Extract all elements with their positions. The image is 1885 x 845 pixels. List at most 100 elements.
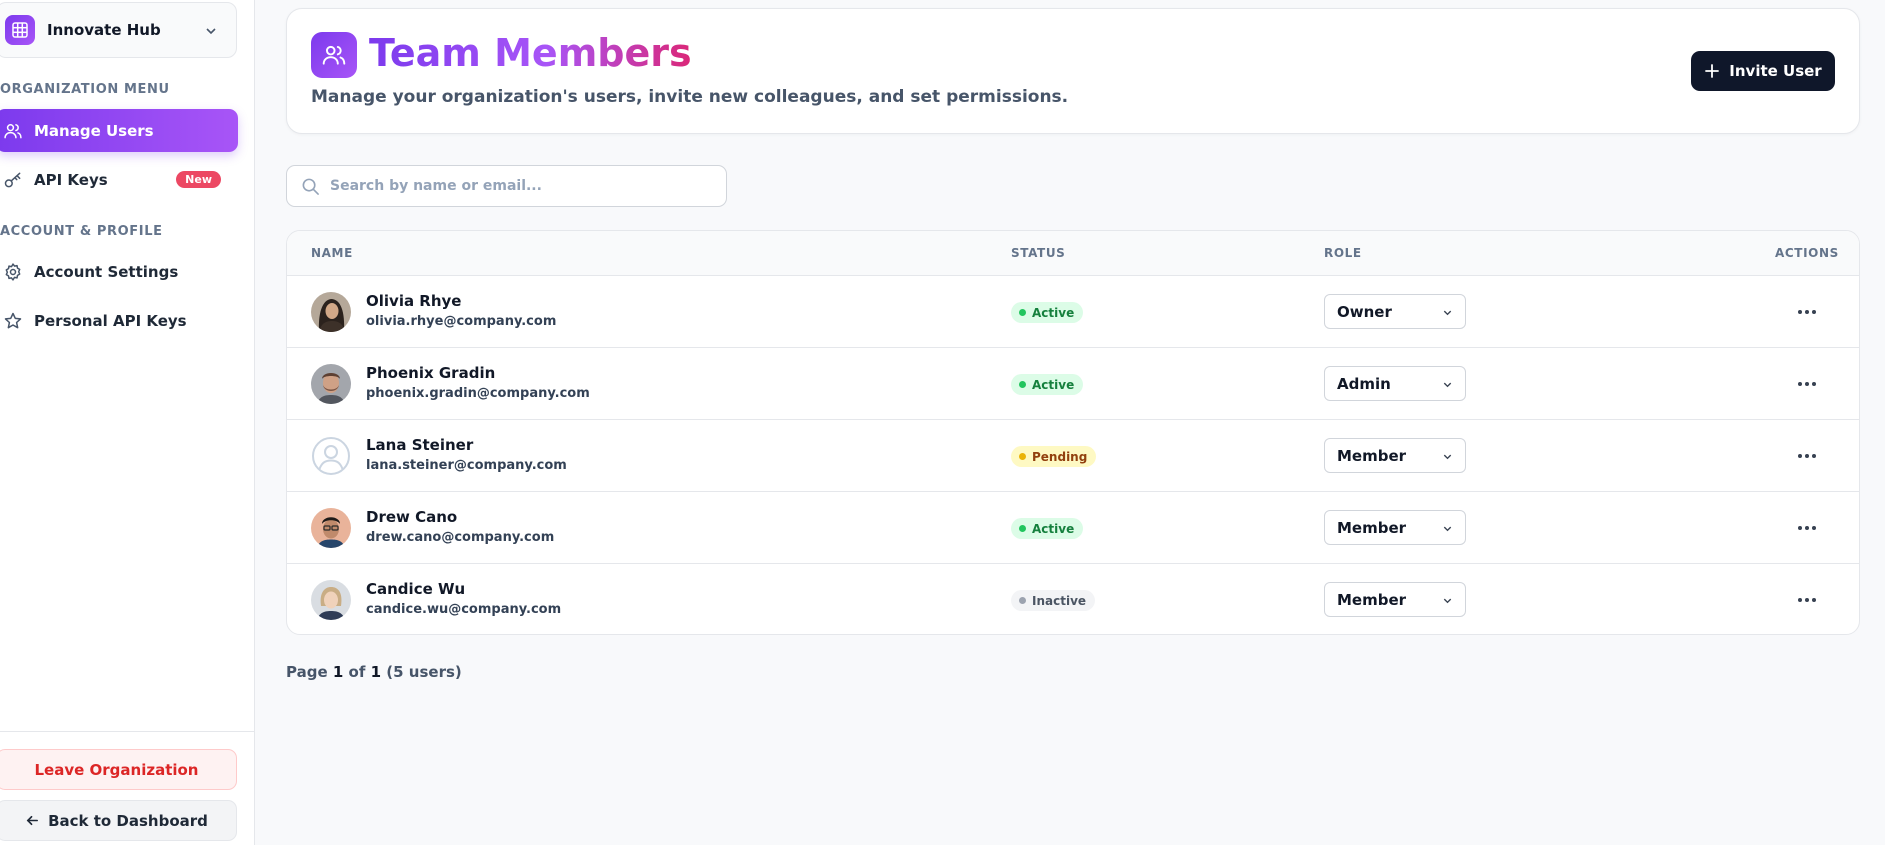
members-table: NAME STATUS ROLE ACTIONS Olivia Rhye oli… [286,230,1860,635]
page-subtitle: Manage your organization's users, invite… [311,87,1069,107]
role-select[interactable]: Member [1324,582,1466,617]
avatar [311,292,351,332]
column-header-name: NAME [311,246,353,260]
status-label: Active [1032,377,1075,392]
sidebar-item-label: Manage Users [34,121,154,140]
column-header-status: STATUS [1011,246,1066,260]
user-name: Drew Cano [366,508,458,526]
table-row: Lana Steiner lana.steiner@company.com Pe… [287,420,1859,492]
pagination-prefix: Page [286,663,328,681]
status-dot [1019,309,1026,316]
role-value: Member [1337,446,1407,465]
status-label: Inactive [1032,593,1087,608]
page-header: Team Members Manage your organization's … [286,8,1860,134]
new-badge: New [176,171,221,188]
sidebar-item-label: API Keys [34,170,108,189]
invite-user-button[interactable]: Invite User [1691,51,1835,91]
column-header-actions: ACTIONS [1775,246,1839,260]
search-box [286,165,727,207]
status-dot [1019,453,1026,460]
org-switcher[interactable]: Innovate Hub [0,2,237,58]
search-icon [301,177,320,196]
avatar [311,580,351,620]
role-select[interactable]: Owner [1324,294,1466,329]
sidebar-item-label: Personal API Keys [34,311,187,330]
user-email: olivia.rhye@company.com [366,314,557,329]
status-badge: Active [1011,302,1084,323]
status-badge: Active [1011,374,1084,395]
column-header-role: ROLE [1324,246,1362,260]
table-row: Phoenix Gradin phoenix.gradin@company.co… [287,348,1859,420]
status-dot [1019,381,1026,388]
key-icon [2,169,24,191]
pagination-count: (5 users) [386,663,462,681]
users-icon [311,32,357,78]
status-badge: Inactive [1011,590,1096,611]
role-value: Admin [1337,374,1391,393]
user-name: Lana Steiner [366,436,474,454]
chevron-down-icon [1442,595,1453,606]
status-dot [1019,525,1026,532]
status-badge: Pending [1011,446,1097,467]
sidebar: Innovate Hub ORGANIZATION MENU Manage Us… [0,0,255,845]
sidebar-divider [0,731,255,732]
avatar [311,364,351,404]
more-actions-icon[interactable] [1795,588,1819,612]
star-icon [2,310,24,332]
role-select[interactable]: Admin [1324,366,1466,401]
user-email: drew.cano@company.com [366,530,555,545]
gear-icon [2,261,24,283]
table-row: Olivia Rhye olivia.rhye@company.com Acti… [287,276,1859,348]
org-name: Innovate Hub [47,21,161,39]
user-email: lana.steiner@company.com [366,458,567,473]
sidebar-item-api-keys[interactable]: API Keys New [0,158,238,201]
back-to-dashboard-button[interactable]: Back to Dashboard [0,800,237,841]
user-email: phoenix.gradin@company.com [366,386,590,401]
table-row: Candice Wu candice.wu@company.com Inacti… [287,564,1859,634]
table-row: Drew Cano drew.cano@company.com Active M… [287,492,1859,564]
pagination-total: 1 [370,663,382,681]
avatar-placeholder-icon [311,436,351,476]
table-header: NAME STATUS ROLE ACTIONS [287,231,1859,276]
back-to-dashboard-label: Back to Dashboard [48,811,208,830]
leave-organization-button[interactable]: Leave Organization [0,749,237,790]
role-select[interactable]: Member [1324,510,1466,545]
user-name: Phoenix Gradin [366,364,496,382]
role-select[interactable]: Member [1324,438,1466,473]
user-name: Candice Wu [366,580,466,598]
chevron-down-icon [1442,379,1453,390]
role-value: Member [1337,590,1407,609]
plus-icon [1704,63,1720,79]
more-actions-icon[interactable] [1795,516,1819,540]
page-title: Team Members [369,31,692,75]
status-badge: Active [1011,518,1084,539]
avatar [311,508,351,548]
chevron-down-icon [1442,451,1453,462]
status-label: Active [1032,521,1075,536]
status-label: Active [1032,305,1075,320]
sidebar-item-manage-users[interactable]: Manage Users [0,109,238,152]
sidebar-item-account-settings[interactable]: Account Settings [0,250,238,293]
sidebar-item-label: Account Settings [34,262,179,281]
more-actions-icon[interactable] [1795,300,1819,324]
role-value: Member [1337,518,1407,537]
users-icon [2,120,24,142]
status-dot [1019,597,1026,604]
more-actions-icon[interactable] [1795,372,1819,396]
chevron-down-icon [1442,523,1453,534]
status-label: Pending [1032,449,1088,464]
sidebar-item-personal-api-keys[interactable]: Personal API Keys [0,299,238,342]
pagination-of: of [348,663,366,681]
chevron-down-icon [204,23,218,42]
more-actions-icon[interactable] [1795,444,1819,468]
grid-icon [5,15,35,45]
pagination-info: Page 1 of 1 (5 users) [286,663,462,681]
invite-user-label: Invite User [1729,62,1822,80]
role-value: Owner [1337,302,1392,321]
section-label-account: ACCOUNT & PROFILE [0,224,163,239]
pagination-current: 1 [332,663,344,681]
user-name: Olivia Rhye [366,292,462,310]
search-input[interactable] [330,178,710,194]
user-email: candice.wu@company.com [366,602,562,617]
chevron-down-icon [1442,307,1453,318]
